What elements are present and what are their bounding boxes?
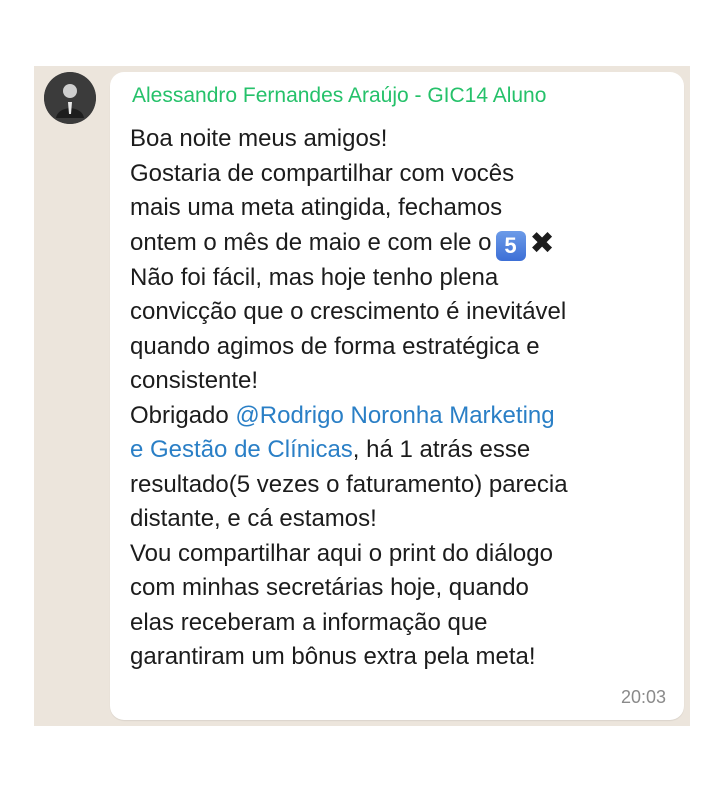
message-line: convicção que o crescimento é inevitável (130, 298, 567, 325)
message-line-text: ontem o mês de maio e com ele o (130, 228, 492, 256)
mention-link[interactable]: e Gestão de Clínicas (130, 436, 353, 463)
message-line: garantiram um bônus extra pela meta! (130, 643, 536, 670)
message-line: ontem o mês de maio e com ele o 5 ✖ (130, 226, 670, 261)
message-line: e Gestão de Clínicas, há 1 atrás esse (130, 433, 670, 468)
message-bubble[interactable]: Alessandro Fernandes Araújo - GIC14 Alun… (110, 72, 684, 720)
message-line: distante, e cá estamos! (130, 505, 377, 532)
message-line-text: Obrigado (130, 401, 236, 429)
message-line: Gostaria de compartilhar com vocês (130, 159, 515, 187)
mention-link[interactable]: @Rodrigo Noronha Marketing (235, 402, 554, 429)
message-line: Não foi fácil, mas hoje tenho plena (130, 263, 499, 291)
message-line: resultado(5 vezes o faturamento) parecia (130, 470, 568, 498)
message-line: mais uma meta atingida, fechamos (130, 194, 503, 221)
message-timestamp: 20:03 (620, 687, 666, 707)
person-icon (44, 72, 96, 124)
keycap-five-icon: 5 (495, 230, 526, 261)
sender-name[interactable]: Alessandro Fernandes Araújo - GIC14 Alun… (132, 84, 546, 108)
message-line-text: , há 1 atrás esse (352, 436, 531, 463)
message-line: Obrigado @Rodrigo Noronha Marketing (130, 399, 670, 434)
message-line: com minhas secretárias hoje, quando (130, 574, 529, 601)
message-text: Boa noite meus amigos! Gostaria de compa… (130, 122, 670, 675)
avatar[interactable] (44, 72, 96, 124)
message-line: elas receberam a informação que (130, 608, 488, 636)
message-line: consistente! (130, 367, 259, 394)
multiply-x-icon: ✖ (529, 226, 555, 260)
message-line: Vou compartilhar aqui o print do diálogo (130, 539, 553, 567)
message-line: Boa noite meus amigos! (130, 125, 388, 152)
message-line: quando agimos de forma estratégica e (130, 332, 540, 360)
